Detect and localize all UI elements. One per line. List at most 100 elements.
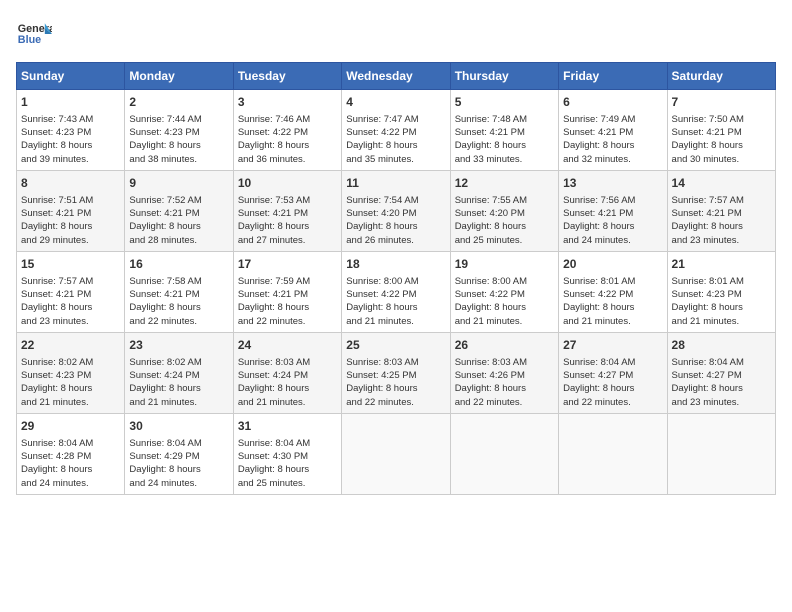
weekday-header-monday: Monday <box>125 63 233 90</box>
day-info: and 22 minutes. <box>346 396 445 409</box>
day-info: Sunset: 4:23 PM <box>21 126 120 139</box>
day-info: Daylight: 8 hours <box>346 382 445 395</box>
day-info: Sunset: 4:20 PM <box>346 207 445 220</box>
day-info: Daylight: 8 hours <box>21 382 120 395</box>
calendar-cell: 17Sunrise: 7:59 AMSunset: 4:21 PMDayligh… <box>233 251 341 332</box>
day-info: Daylight: 8 hours <box>238 139 337 152</box>
day-number: 31 <box>238 418 337 435</box>
weekday-header-thursday: Thursday <box>450 63 558 90</box>
calendar-table: SundayMondayTuesdayWednesdayThursdayFrid… <box>16 62 776 495</box>
day-info: Sunset: 4:22 PM <box>238 126 337 139</box>
day-info: and 33 minutes. <box>455 153 554 166</box>
day-info: Sunrise: 7:55 AM <box>455 194 554 207</box>
day-info: and 28 minutes. <box>129 234 228 247</box>
day-info: and 38 minutes. <box>129 153 228 166</box>
day-info: Sunset: 4:23 PM <box>21 369 120 382</box>
day-info: Sunrise: 8:01 AM <box>563 275 662 288</box>
day-info: Daylight: 8 hours <box>346 139 445 152</box>
day-info: Daylight: 8 hours <box>563 382 662 395</box>
day-info: Sunrise: 8:02 AM <box>129 356 228 369</box>
day-info: and 21 minutes. <box>563 315 662 328</box>
day-info: Daylight: 8 hours <box>238 382 337 395</box>
day-info: and 25 minutes. <box>455 234 554 247</box>
day-number: 2 <box>129 94 228 111</box>
calendar-cell: 20Sunrise: 8:01 AMSunset: 4:22 PMDayligh… <box>559 251 667 332</box>
day-info: Sunrise: 8:03 AM <box>238 356 337 369</box>
day-info: Sunset: 4:23 PM <box>129 126 228 139</box>
day-info: Sunrise: 7:52 AM <box>129 194 228 207</box>
day-info: and 23 minutes. <box>672 234 771 247</box>
day-info: Daylight: 8 hours <box>672 382 771 395</box>
day-info: Sunrise: 8:03 AM <box>346 356 445 369</box>
calendar-cell: 22Sunrise: 8:02 AMSunset: 4:23 PMDayligh… <box>17 332 125 413</box>
day-info: Daylight: 8 hours <box>238 463 337 476</box>
day-number: 3 <box>238 94 337 111</box>
day-info: Daylight: 8 hours <box>672 139 771 152</box>
day-info: Sunrise: 7:58 AM <box>129 275 228 288</box>
calendar-cell: 31Sunrise: 8:04 AMSunset: 4:30 PMDayligh… <box>233 413 341 494</box>
day-info: Sunset: 4:27 PM <box>563 369 662 382</box>
week-row-2: 8Sunrise: 7:51 AMSunset: 4:21 PMDaylight… <box>17 170 776 251</box>
day-info: Daylight: 8 hours <box>238 220 337 233</box>
day-info: Sunrise: 7:53 AM <box>238 194 337 207</box>
day-number: 21 <box>672 256 771 273</box>
day-info: Daylight: 8 hours <box>129 301 228 314</box>
day-info: Sunset: 4:21 PM <box>563 126 662 139</box>
day-info: Sunset: 4:23 PM <box>672 288 771 301</box>
week-row-4: 22Sunrise: 8:02 AMSunset: 4:23 PMDayligh… <box>17 332 776 413</box>
day-info: and 21 minutes. <box>455 315 554 328</box>
day-info: and 36 minutes. <box>238 153 337 166</box>
day-info: Sunrise: 7:59 AM <box>238 275 337 288</box>
day-info: Daylight: 8 hours <box>238 301 337 314</box>
calendar-cell: 1Sunrise: 7:43 AMSunset: 4:23 PMDaylight… <box>17 90 125 171</box>
calendar-cell: 14Sunrise: 7:57 AMSunset: 4:21 PMDayligh… <box>667 170 775 251</box>
day-info: and 25 minutes. <box>238 477 337 490</box>
calendar-cell: 12Sunrise: 7:55 AMSunset: 4:20 PMDayligh… <box>450 170 558 251</box>
day-info: Sunset: 4:28 PM <box>21 450 120 463</box>
day-info: Sunset: 4:21 PM <box>238 207 337 220</box>
day-info: and 22 minutes. <box>129 315 228 328</box>
day-info: and 21 minutes. <box>672 315 771 328</box>
calendar-body: 1Sunrise: 7:43 AMSunset: 4:23 PMDaylight… <box>17 90 776 495</box>
day-info: Sunset: 4:29 PM <box>129 450 228 463</box>
calendar-cell: 16Sunrise: 7:58 AMSunset: 4:21 PMDayligh… <box>125 251 233 332</box>
calendar-cell: 26Sunrise: 8:03 AMSunset: 4:26 PMDayligh… <box>450 332 558 413</box>
day-info: Sunrise: 8:00 AM <box>346 275 445 288</box>
day-info: and 26 minutes. <box>346 234 445 247</box>
day-info: Daylight: 8 hours <box>21 301 120 314</box>
day-info: and 39 minutes. <box>21 153 120 166</box>
day-number: 26 <box>455 337 554 354</box>
day-info: Sunset: 4:20 PM <box>455 207 554 220</box>
day-number: 29 <box>21 418 120 435</box>
day-info: Sunrise: 7:47 AM <box>346 113 445 126</box>
day-number: 20 <box>563 256 662 273</box>
day-number: 19 <box>455 256 554 273</box>
day-info: Sunset: 4:24 PM <box>238 369 337 382</box>
weekday-header-saturday: Saturday <box>667 63 775 90</box>
calendar-cell: 28Sunrise: 8:04 AMSunset: 4:27 PMDayligh… <box>667 332 775 413</box>
day-info: and 21 minutes. <box>346 315 445 328</box>
day-info: Sunset: 4:22 PM <box>563 288 662 301</box>
day-info: Sunset: 4:22 PM <box>346 126 445 139</box>
calendar-cell: 15Sunrise: 7:57 AMSunset: 4:21 PMDayligh… <box>17 251 125 332</box>
day-number: 1 <box>21 94 120 111</box>
day-info: Sunrise: 7:43 AM <box>21 113 120 126</box>
logo-icon: General Blue <box>16 16 52 52</box>
day-number: 11 <box>346 175 445 192</box>
weekday-header-tuesday: Tuesday <box>233 63 341 90</box>
weekday-header-wednesday: Wednesday <box>342 63 450 90</box>
day-info: Sunset: 4:21 PM <box>129 207 228 220</box>
day-info: and 23 minutes. <box>21 315 120 328</box>
day-info: and 21 minutes. <box>21 396 120 409</box>
day-info: Sunrise: 7:57 AM <box>21 275 120 288</box>
calendar-cell <box>559 413 667 494</box>
day-info: and 21 minutes. <box>129 396 228 409</box>
week-row-3: 15Sunrise: 7:57 AMSunset: 4:21 PMDayligh… <box>17 251 776 332</box>
day-info: Daylight: 8 hours <box>21 463 120 476</box>
day-info: and 30 minutes. <box>672 153 771 166</box>
day-info: Sunrise: 7:49 AM <box>563 113 662 126</box>
day-info: Sunset: 4:21 PM <box>672 207 771 220</box>
day-info: Daylight: 8 hours <box>672 301 771 314</box>
calendar-cell: 4Sunrise: 7:47 AMSunset: 4:22 PMDaylight… <box>342 90 450 171</box>
logo: General Blue <box>16 16 52 52</box>
